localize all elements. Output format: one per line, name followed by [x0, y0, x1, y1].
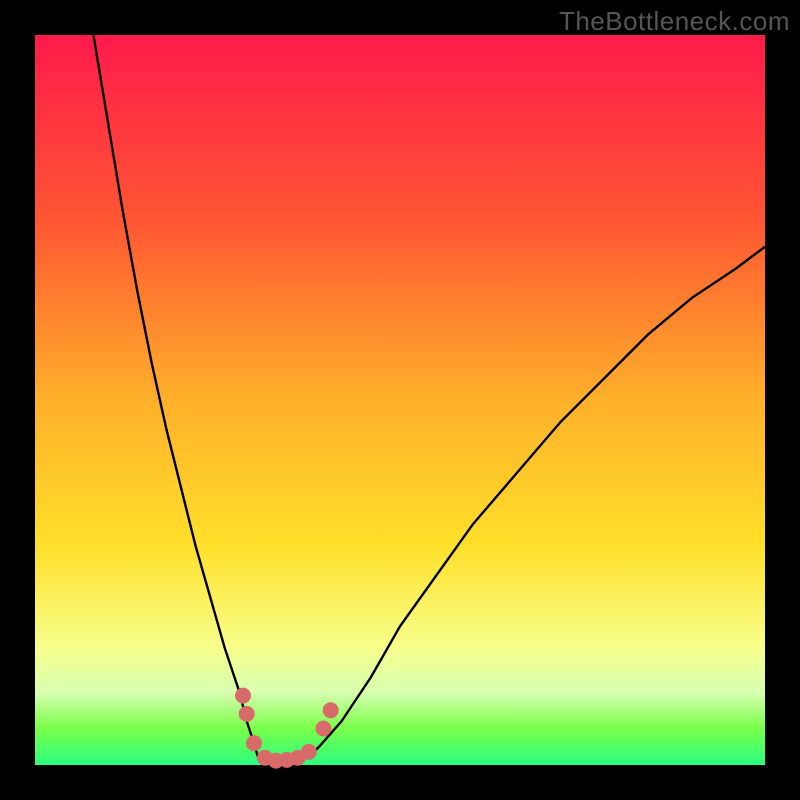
marker-dot: [301, 744, 317, 760]
chart-frame: TheBottleneck.com: [0, 0, 800, 800]
marker-dot: [235, 688, 251, 704]
marker-dot: [315, 721, 331, 737]
bottleneck-curve: [93, 35, 765, 764]
marker-group: [235, 688, 339, 769]
marker-dot: [246, 735, 262, 751]
marker-dot: [239, 706, 255, 722]
marker-dot: [323, 702, 339, 718]
curve-layer: [35, 35, 765, 765]
watermark-text: TheBottleneck.com: [559, 6, 790, 37]
